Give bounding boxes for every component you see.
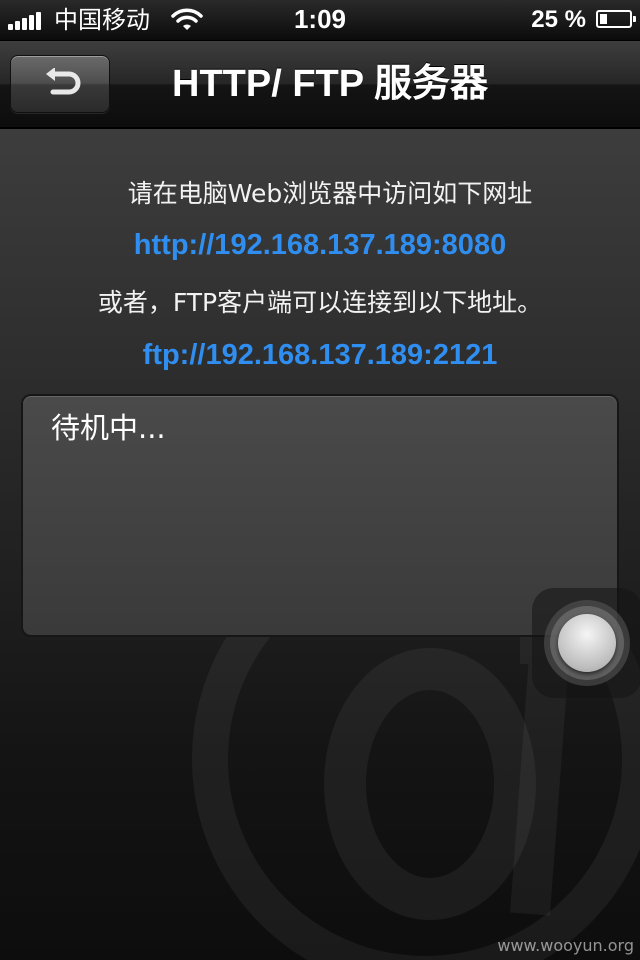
navigation-bar: HTTP/ FTP 服务器	[0, 41, 640, 129]
battery-fill	[600, 14, 607, 24]
battery-icon	[596, 10, 636, 28]
http-url-link[interactable]: http://192.168.137.189:8080	[0, 227, 640, 263]
page-title: HTTP/ FTP 服务器	[172, 63, 488, 105]
assistive-touch-button[interactable]	[532, 588, 640, 698]
site-watermark: www.wooyun.org	[497, 936, 634, 955]
status-text: 待机中...	[51, 411, 166, 445]
assistive-touch-icon	[558, 614, 616, 672]
http-instruction: 请在电脑Web浏览器中访问如下网址	[127, 179, 533, 208]
status-log-box[interactable]: 待机中...	[21, 394, 619, 637]
status-bar: 中国移动 1:09 25 %	[0, 0, 640, 41]
ftp-instruction: 或者，FTP客户端可以连接到以下地址。	[97, 288, 543, 317]
battery-percentage: 25 %	[531, 6, 586, 33]
ftp-url-link[interactable]: ftp://192.168.137.189:2121	[0, 337, 640, 373]
main-content: 请在电脑Web浏览器中访问如下网址 http://192.168.137.189…	[0, 129, 640, 960]
